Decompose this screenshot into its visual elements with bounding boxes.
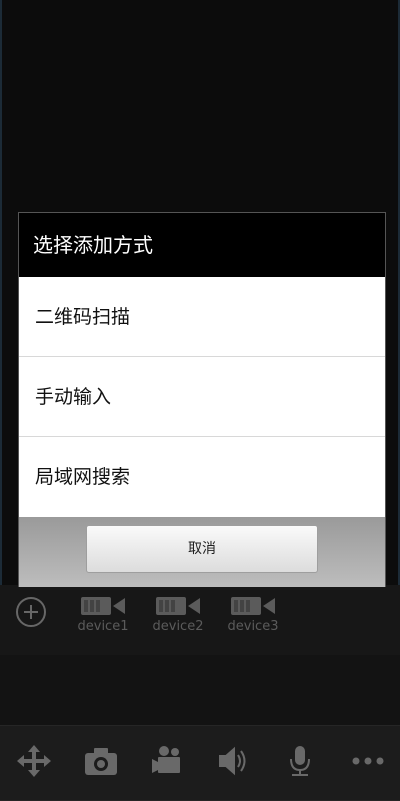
dialog-footer: 取消 [19,517,385,587]
option-manual-input[interactable]: 手动输入 [19,357,385,437]
add-method-dialog: 选择添加方式 二维码扫描 手动输入 局域网搜索 取消 [18,212,386,587]
option-qr-scan[interactable]: 二维码扫描 [19,277,385,357]
option-lan-search[interactable]: 局域网搜索 [19,437,385,517]
option-list: 二维码扫描 手动输入 局域网搜索 [19,277,385,529]
dialog-title: 选择添加方式 [19,213,385,277]
cancel-button[interactable]: 取消 [86,525,318,573]
